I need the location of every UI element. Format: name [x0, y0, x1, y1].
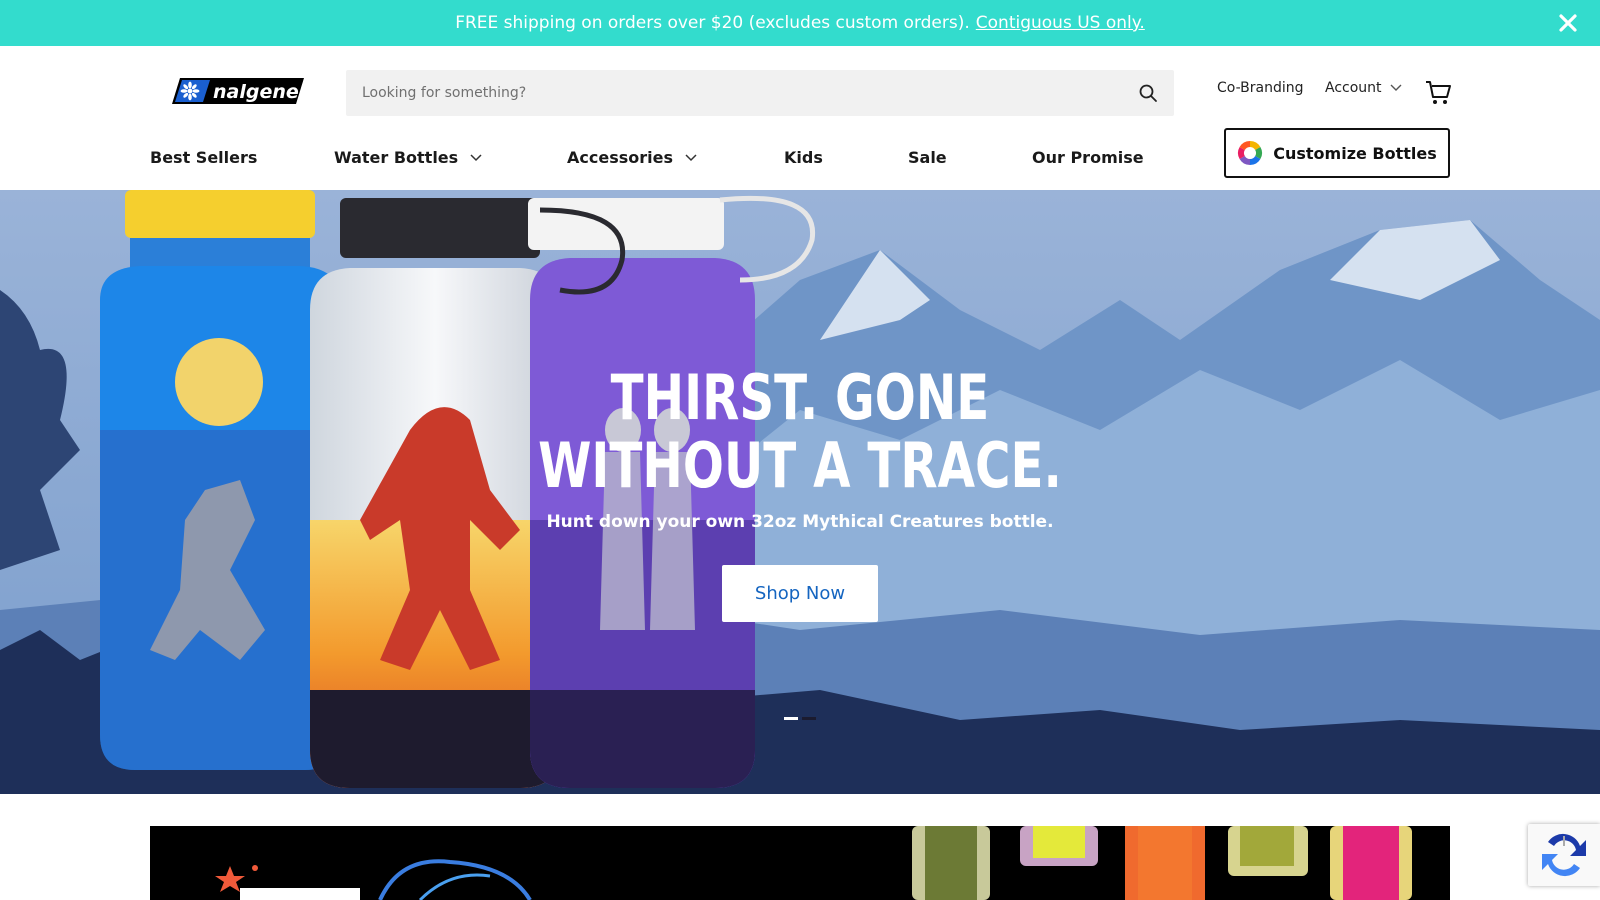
nav-sale[interactable]: Sale: [908, 148, 947, 167]
chevron-down-icon: [1390, 84, 1402, 91]
carousel-dot[interactable]: [802, 717, 816, 720]
recaptcha-icon: [1542, 833, 1586, 877]
announcement-bar: FREE shipping on orders over $20 (exclud…: [0, 0, 1600, 46]
account-label: Account: [1325, 80, 1382, 96]
hero-title-line1: THIRST. GONE: [610, 361, 990, 434]
nav-label: Our Promise: [1032, 148, 1144, 167]
search-icon[interactable]: [1138, 83, 1158, 103]
hero-subtitle: Hunt down your own 32oz Mythical Creatur…: [546, 512, 1054, 532]
chevron-down-icon: [685, 153, 697, 161]
color-wheel-icon: [1238, 141, 1263, 165]
shop-now-button[interactable]: Shop Now: [722, 565, 878, 622]
promo-banner[interactable]: [150, 826, 1450, 900]
carousel-indicators: [784, 717, 816, 720]
cart-icon[interactable]: [1424, 78, 1452, 106]
announcement-text: FREE shipping on orders over $20 (exclud…: [455, 13, 970, 33]
account-menu[interactable]: Account: [1325, 80, 1402, 96]
customize-bottles-button[interactable]: Customize Bottles: [1224, 128, 1450, 178]
nav-our-promise[interactable]: Our Promise: [1032, 148, 1144, 167]
nav-water-bottles[interactable]: Water Bottles: [334, 148, 482, 167]
announcement-link[interactable]: Contiguous US only.: [976, 13, 1145, 33]
recaptcha-badge[interactable]: [1528, 824, 1600, 886]
close-icon[interactable]: [1556, 11, 1580, 35]
nav-best-sellers[interactable]: Best Sellers: [150, 148, 257, 167]
hero-banner: THIRST. GONE WITHOUT A TRACE. Hunt down …: [0, 190, 1600, 794]
nav-label: Kids: [784, 148, 823, 167]
nav-label: Water Bottles: [334, 148, 459, 167]
cobranding-link[interactable]: Co-Branding: [1217, 80, 1304, 96]
carousel-dot[interactable]: [784, 717, 798, 720]
nav-label: Sale: [908, 148, 947, 167]
search-bar: [346, 70, 1174, 116]
hero-title-line2: WITHOUT A TRACE.: [538, 429, 1062, 502]
nav-kids[interactable]: Kids: [784, 148, 823, 167]
promo-banner-image: [215, 826, 1412, 900]
customize-label: Customize Bottles: [1273, 143, 1437, 163]
search-input[interactable]: [362, 85, 1128, 101]
nav-accessories[interactable]: Accessories: [567, 148, 697, 167]
nav-label: Accessories: [567, 148, 673, 167]
svg-text:nalgene: nalgene: [213, 81, 299, 103]
chevron-down-icon: [470, 153, 482, 161]
nav-label: Best Sellers: [150, 148, 258, 167]
nalgene-logo[interactable]: nalgene: [170, 76, 306, 106]
